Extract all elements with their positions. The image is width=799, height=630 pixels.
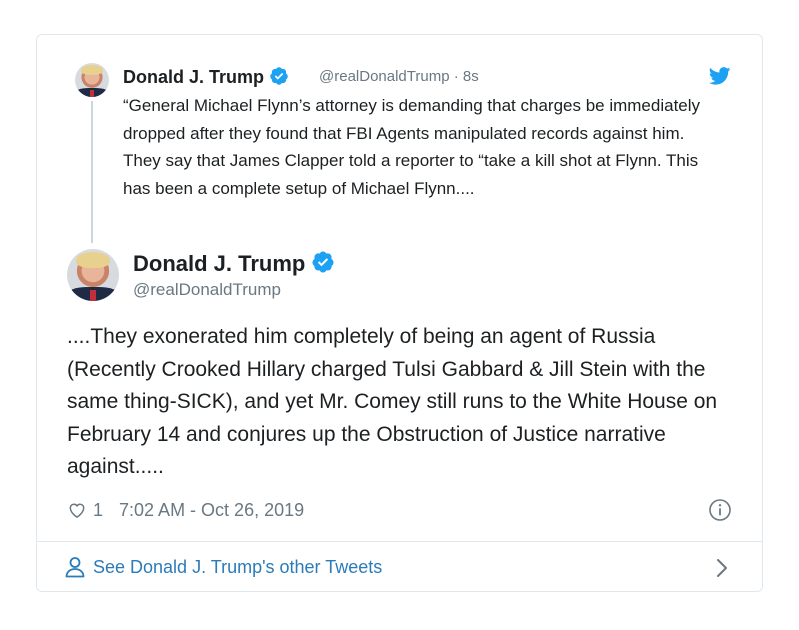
chevron-right-icon[interactable]: [715, 557, 729, 579]
person-icon: [65, 557, 85, 578]
main-author-handle[interactable]: @realDonaldTrump: [133, 280, 281, 300]
tweet-timestamp[interactable]: 7:02 AM - Oct 26, 2019: [119, 500, 304, 521]
heart-icon[interactable]: [67, 500, 87, 520]
quoted-tweet-text: “General Michael Flynn’s attorney is dem…: [123, 96, 701, 198]
like-count[interactable]: 1: [93, 500, 103, 521]
footer-divider: [37, 541, 762, 542]
main-author-name[interactable]: Donald J. Trump: [133, 251, 305, 276]
twitter-bird-icon[interactable]: [709, 67, 731, 85]
see-other-tweets-label[interactable]: See Donald J. Trump's other Tweets: [93, 557, 382, 578]
quoted-time-ago[interactable]: 8s: [463, 68, 479, 85]
main-author-avatar[interactable]: [67, 249, 119, 301]
thread-connector-line: [91, 101, 93, 243]
quoted-author-name[interactable]: Donald J. Trump: [123, 67, 264, 87]
see-other-tweets-link[interactable]: See Donald J. Trump's other Tweets: [65, 554, 382, 580]
info-icon[interactable]: [708, 498, 732, 522]
quoted-author-name-row[interactable]: Donald J. Trump: [123, 66, 289, 88]
dot-separator: ·: [453, 68, 459, 85]
quoted-author-handle[interactable]: @realDonaldTrump: [319, 68, 450, 85]
tweet-meta-row: 1 7:02 AM - Oct 26, 2019: [67, 498, 304, 522]
quoted-author-handle-row: @realDonaldTrump · 8s: [319, 68, 479, 85]
embedded-tweet-card: Donald J. Trump @realDonaldTrump · 8s “G…: [36, 34, 763, 592]
verified-badge-icon: [312, 251, 334, 273]
main-tweet-text: ....They exonerated him completely of be…: [67, 325, 718, 478]
quoted-author-avatar[interactable]: [75, 63, 109, 97]
main-author-name-row[interactable]: Donald J. Trump: [133, 250, 335, 277]
verified-badge-icon: [270, 67, 288, 85]
